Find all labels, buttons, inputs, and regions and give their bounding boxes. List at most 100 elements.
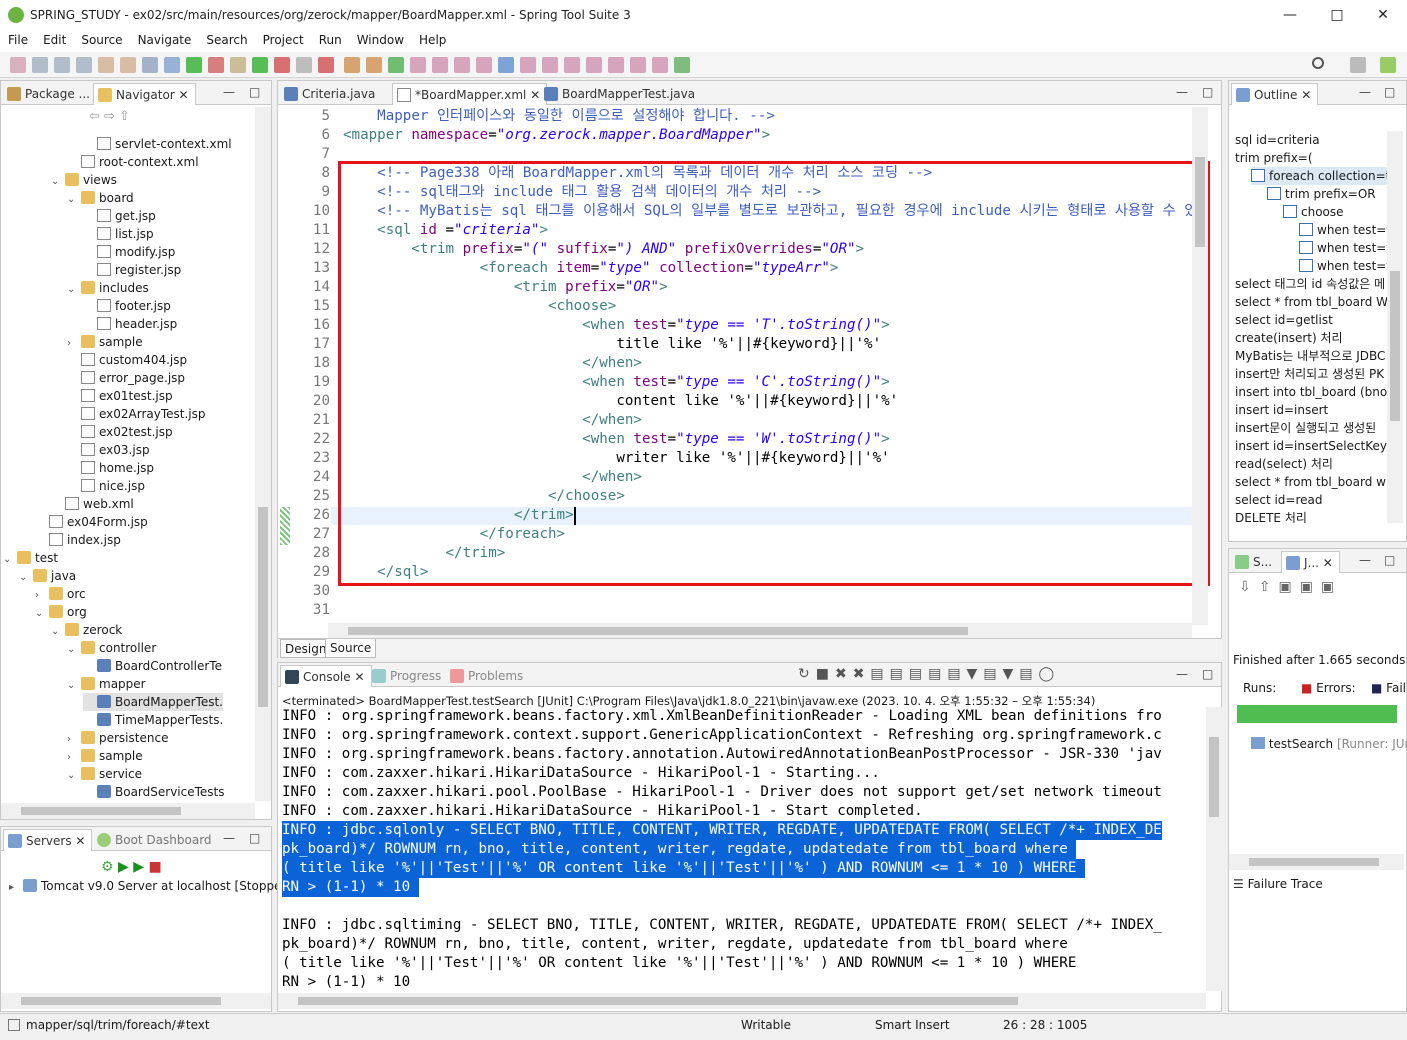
tree-item[interactable]: footer.jsp <box>83 297 171 315</box>
menu-navigate[interactable]: Navigate <box>130 30 199 47</box>
console-output[interactable]: INFO : org.springframework.beans.factory… <box>278 707 1206 991</box>
expand-icon[interactable]: ⌄ <box>35 605 49 623</box>
vertical-scrollbar[interactable] <box>1192 107 1208 625</box>
toolbar-button-icon[interactable] <box>274 57 290 73</box>
outline-item[interactable]: read(select) 처리 <box>1235 455 1333 473</box>
tree-item[interactable]: header.jsp <box>83 315 177 333</box>
outline-item[interactable]: insert id=insertSelectKey <box>1235 437 1387 455</box>
toolbar-button-icon[interactable] <box>542 57 558 73</box>
tab-problems[interactable]: Problems <box>446 665 529 687</box>
toolbar-button-icon[interactable] <box>54 57 70 73</box>
menu-file[interactable]: File <box>0 30 35 47</box>
toolbar-button-icon[interactable] <box>186 57 202 73</box>
toolbar-button-icon[interactable] <box>498 57 514 73</box>
expand-icon[interactable]: ⌄ <box>51 173 65 191</box>
toolbar-button-icon[interactable] <box>476 57 492 73</box>
tree-item[interactable]: ⌄ includes <box>67 279 149 297</box>
maximize-view-icon[interactable]: □ <box>249 831 260 845</box>
outline-item[interactable]: select id=getlist <box>1235 311 1333 329</box>
horizontal-scrollbar[interactable] <box>1 803 255 819</box>
outline-item[interactable]: trim prefix=OR <box>1267 185 1376 203</box>
menu-source[interactable]: Source <box>73 30 129 47</box>
toolbar-button-icon[interactable] <box>208 57 224 73</box>
outline-item[interactable]: insert만 처리되고 생성된 PK <box>1235 365 1384 383</box>
outline-item-selected[interactable]: foreach collection=typ <box>1251 167 1387 185</box>
expand-icon[interactable]: ⌄ <box>51 623 65 641</box>
horizontal-scrollbar[interactable] <box>278 993 1206 1009</box>
tab-package-explorer[interactable]: Package ... <box>3 83 96 105</box>
test-item[interactable]: testSearch [Runner: JUni <box>1251 737 1407 751</box>
tab-progress[interactable]: Progress <box>368 665 447 687</box>
tree-item[interactable]: ex03.jsp <box>67 441 150 459</box>
menu-project[interactable]: Project <box>255 30 311 47</box>
horizontal-scrollbar[interactable] <box>1229 854 1404 870</box>
server-actions-toolbar[interactable]: ⚙ ▶ ▶ ■ <box>101 859 162 875</box>
tab-outline[interactable]: Outline ✕ <box>1231 83 1319 105</box>
expand-icon[interactable]: ⌄ <box>19 569 33 587</box>
tree-item[interactable]: › sample <box>67 333 143 351</box>
minimize-view-icon[interactable]: — <box>1176 85 1188 99</box>
toolbar-button-icon[interactable] <box>366 57 382 73</box>
menu-edit[interactable]: Edit <box>35 30 73 47</box>
toolbar-button-icon[interactable] <box>388 57 404 73</box>
tree-item[interactable]: home.jsp <box>67 459 154 477</box>
expand-icon[interactable]: ⌄ <box>67 677 81 695</box>
toolbar-button-icon[interactable] <box>454 57 470 73</box>
outline-item[interactable]: DELETE 처리 <box>1235 509 1307 523</box>
toolbar-button-icon[interactable] <box>608 57 624 73</box>
menu-run[interactable]: Run <box>311 30 349 47</box>
tree-item[interactable]: get.jsp <box>83 207 156 225</box>
tree-item[interactable]: TimeMapperTests. <box>83 711 223 729</box>
outline-item[interactable]: insert into tbl_board (bno, ti <box>1235 383 1387 401</box>
toolbar-button-icon[interactable] <box>520 57 536 73</box>
expand-icon[interactable]: ⌄ <box>67 191 81 209</box>
minimize-view-icon[interactable]: — <box>223 831 235 845</box>
toolbar-button-icon[interactable] <box>164 57 180 73</box>
outline-item[interactable]: sql id=criteria <box>1235 131 1320 149</box>
outline-item[interactable]: select 태그의 id 속성값은 메 <box>1235 275 1385 293</box>
toolbar-button-icon[interactable] <box>230 57 246 73</box>
tree-item[interactable]: › orc <box>35 585 86 603</box>
outline-item[interactable]: select * from tbl_board WHE <box>1235 293 1387 311</box>
tree-item[interactable]: BoardServiceTests <box>83 783 225 801</box>
tree-item-selected[interactable]: BoardMapperTest. <box>83 693 223 711</box>
menu-search[interactable]: Search <box>198 30 254 47</box>
vertical-scrollbar[interactable] <box>1206 707 1222 991</box>
console-toolbar[interactable]: ↻■✖✖▤▤▤▤▤▼▤▼▤◯ <box>798 666 1060 682</box>
toolbar-button-icon[interactable] <box>410 57 426 73</box>
tree-item[interactable]: ⌄ board <box>67 189 134 207</box>
toolbar-button-icon[interactable] <box>586 57 602 73</box>
minimize-view-icon[interactable]: — <box>1359 85 1371 99</box>
tree-item[interactable]: ⌄ zerock <box>51 621 122 639</box>
expand-icon[interactable]: ⌄ <box>3 551 17 569</box>
tab-boardmappertest-java[interactable]: BoardMapperTest.java <box>540 83 701 105</box>
outline-item[interactable]: choose <box>1283 203 1344 221</box>
maximize-button[interactable]: □ <box>1322 4 1352 26</box>
close-button[interactable]: ✕ <box>1368 4 1398 26</box>
spring-perspective-icon[interactable] <box>1380 57 1396 73</box>
tree-item[interactable]: root-context.xml <box>67 153 199 171</box>
toolbar-button-icon[interactable] <box>564 57 580 73</box>
tree-item[interactable]: ⌄ views <box>51 171 117 189</box>
expand-icon[interactable]: ⌄ <box>67 641 81 659</box>
minimize-view-icon[interactable]: — <box>223 85 235 99</box>
outline-item[interactable]: MyBatis는 내부적으로 JDBC <box>1235 347 1385 365</box>
outline-item[interactable]: trim prefix=( <box>1235 149 1313 167</box>
tree-item[interactable]: modify.jsp <box>83 243 175 261</box>
tree-item[interactable]: custom404.jsp <box>67 351 187 369</box>
minimize-view-icon[interactable]: — <box>1359 553 1371 567</box>
tree-item[interactable]: ⌄ java <box>19 567 76 585</box>
tree-item[interactable]: ex01test.jsp <box>67 387 173 405</box>
tab-boardmapper-xml[interactable]: *BoardMapper.xml ✕ <box>392 83 548 105</box>
toolbar-button-icon[interactable] <box>296 57 312 73</box>
outline-item[interactable]: insert문이 실행되고 생성된 <box>1235 419 1376 437</box>
outline-item[interactable]: create(insert) 처리 <box>1235 329 1343 347</box>
toolbar-button-icon[interactable] <box>120 57 136 73</box>
outline-item[interactable]: select * from tbl_board whe <box>1235 473 1387 491</box>
tree-item[interactable]: error_page.jsp <box>67 369 185 387</box>
tab-criteria-java[interactable]: Criteria.java <box>280 83 381 105</box>
tree-item[interactable]: ⌄ test <box>3 549 58 567</box>
tree-item[interactable]: ⌄ org <box>35 603 87 621</box>
toolbar-button-icon[interactable] <box>630 57 646 73</box>
toolbar-button-icon[interactable] <box>142 57 158 73</box>
